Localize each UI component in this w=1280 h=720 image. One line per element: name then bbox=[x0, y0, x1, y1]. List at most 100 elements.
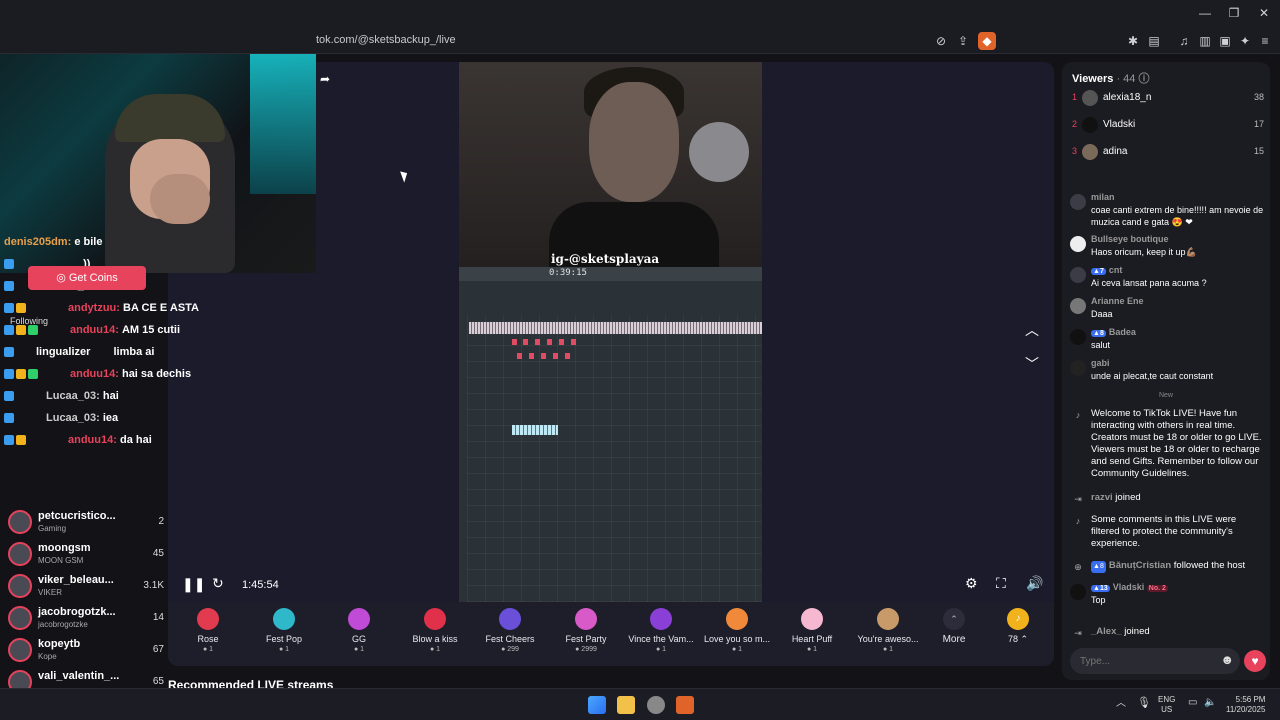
chat-line: anduu14: da hai bbox=[4, 434, 152, 446]
gift-love-you[interactable]: Love you so m... ● 1 bbox=[701, 608, 773, 653]
menu-icon[interactable]: ≡ bbox=[1256, 32, 1274, 50]
gift-price: ● 1 bbox=[278, 646, 290, 653]
comment-text: coae canti extrem de bine!!!!! am nevoie… bbox=[1091, 205, 1264, 227]
chat-comment[interactable]: ▲8 Badea salut bbox=[1070, 327, 1264, 355]
viewer-name: Vladski bbox=[1103, 119, 1136, 130]
love-you-gift-icon bbox=[726, 608, 748, 630]
gift-name: Fest Pop bbox=[265, 634, 303, 644]
file-explorer-icon[interactable] bbox=[617, 696, 635, 714]
following-name: kopeytb bbox=[38, 638, 81, 650]
level-badge: ▲8 bbox=[1091, 561, 1106, 573]
chat-input[interactable] bbox=[1080, 653, 1210, 669]
gift-name: Fest Party bbox=[565, 634, 607, 644]
gift-name: Blow a kiss bbox=[412, 634, 458, 644]
gift-more-label: More bbox=[942, 634, 966, 645]
following-name: petcucristico... bbox=[38, 510, 116, 522]
comment-author: Arianne Ene bbox=[1091, 296, 1144, 306]
chat-comment[interactable]: ▲13 Vladski No. 2 Top bbox=[1070, 582, 1264, 610]
gift-name: You're aweso... bbox=[857, 634, 919, 644]
tray-overflow-icon[interactable]: ︿ bbox=[1116, 699, 1126, 709]
gift-blow-a-kiss[interactable]: Blow a kiss ● 1 bbox=[399, 608, 471, 653]
refresh-icon[interactable]: ↻ bbox=[212, 575, 224, 592]
rank-badge: No. 2 bbox=[1146, 585, 1168, 592]
share-arrow-icon[interactable]: ➦ bbox=[320, 72, 330, 86]
network-icon[interactable]: ▭ bbox=[1188, 698, 1197, 708]
following-item[interactable]: kopeytb Kope 67 bbox=[8, 636, 164, 670]
viewer-rank-row[interactable]: 2 Vladski 17 bbox=[1072, 115, 1264, 135]
mute-tab-icon[interactable]: ⊘ bbox=[932, 32, 950, 50]
following-item[interactable]: vali_valentin_... 65 bbox=[8, 668, 164, 694]
microphone-graphic bbox=[689, 122, 749, 182]
gift-price: ● 1 bbox=[806, 646, 818, 653]
get-coins-button[interactable]: ◎ Get Coins bbox=[28, 266, 146, 290]
avatar bbox=[8, 606, 32, 630]
music-icon[interactable]: ♫ bbox=[1175, 32, 1193, 50]
chat-comment[interactable]: milan coae canti extrem de bine!!!!! am … bbox=[1070, 192, 1264, 232]
gift-fest-cheers[interactable]: Fest Cheers ● 299 bbox=[474, 608, 546, 653]
level-badge: ▲7 bbox=[1091, 268, 1106, 275]
daw-screen: 0:39:15 bbox=[459, 267, 762, 602]
microphone-icon[interactable]: 🎙 bbox=[1137, 698, 1151, 709]
wallet-icon[interactable]: ▣ bbox=[1216, 32, 1234, 50]
daw-clip bbox=[512, 425, 558, 435]
obs-icon[interactable] bbox=[647, 696, 665, 714]
gift-price: ● 299 bbox=[501, 646, 519, 653]
next-stream-icon[interactable]: ﹀ bbox=[1025, 354, 1039, 374]
settings-gear-icon[interactable]: ⚙ bbox=[965, 575, 978, 592]
extensions-icon[interactable]: ✱ bbox=[1124, 32, 1142, 50]
volume-icon[interactable]: 🔊 bbox=[1026, 575, 1043, 592]
gift-gg[interactable]: GG ● 1 bbox=[323, 608, 395, 653]
gift-more-button[interactable]: ⌃ More bbox=[918, 608, 990, 645]
emoji-icon[interactable]: ☻ bbox=[1220, 652, 1234, 667]
system-message: ⇥ _Alex_ joined bbox=[1070, 626, 1264, 642]
viewer-count: 65 bbox=[152, 676, 164, 687]
heart-like-button[interactable]: ♥ bbox=[1244, 650, 1266, 672]
url-field[interactable]: tok.com/@sketsbackup_/live bbox=[316, 34, 456, 46]
viewer-rank-row[interactable]: 1 alexia18_n 38 bbox=[1072, 88, 1264, 108]
coin-balance-button[interactable]: ♪ 78 ⌃ bbox=[982, 608, 1054, 645]
viewer-rank-row[interactable]: 3 adina 15 bbox=[1072, 142, 1264, 162]
fest-party-gift-icon bbox=[575, 608, 597, 630]
close-button[interactable]: ✕ bbox=[1255, 6, 1273, 20]
reader-icon[interactable]: ▤ bbox=[1145, 32, 1163, 50]
minimize-button[interactable]: — bbox=[1196, 6, 1214, 20]
clock[interactable]: 5:56 PM 11/20/2025 bbox=[1226, 695, 1265, 715]
brave-shields-icon[interactable]: ◆ bbox=[978, 32, 996, 50]
daw-toolbar: 0:39:15 bbox=[459, 267, 762, 281]
following-item[interactable]: viker_beleau... VIKER 3.1K bbox=[8, 572, 164, 606]
volume-tray-icon[interactable]: 🔈 bbox=[1204, 698, 1216, 708]
viewer-count: 45 bbox=[152, 548, 164, 559]
previous-stream-icon[interactable]: ︿ bbox=[1025, 320, 1039, 340]
chat-line: Lucaa_03: iea bbox=[4, 412, 118, 424]
leo-ai-icon[interactable]: ✦ bbox=[1236, 32, 1254, 50]
chat-comment[interactable]: Arianne Ene Daaa bbox=[1070, 296, 1264, 324]
sidebar-icon[interactable]: ▥ bbox=[1196, 32, 1214, 50]
fullscreen-icon[interactable]: ⛶ bbox=[996, 575, 1006, 592]
following-item[interactable]: petcucristico... Gaming 2 bbox=[8, 508, 164, 542]
gift-vince-the-vampire[interactable]: Vince the Vam... ● 1 bbox=[625, 608, 697, 653]
following-item[interactable]: moongsm MOON GSM 45 bbox=[8, 540, 164, 574]
chat-comment[interactable]: Bullseye boutique Haos oricum, keep it u… bbox=[1070, 234, 1264, 262]
gift-fest-party[interactable]: Fest Party ● 2999 bbox=[550, 608, 622, 653]
share-icon[interactable]: ⇪ bbox=[954, 32, 972, 50]
avatar bbox=[1070, 298, 1086, 314]
following-name: vali_valentin_... bbox=[38, 670, 120, 682]
windows-start-icon[interactable] bbox=[588, 696, 606, 714]
brave-browser-icon[interactable] bbox=[676, 696, 694, 714]
following-item[interactable]: jacobrogotzk... jacobrogotzke 14 bbox=[8, 604, 164, 638]
viewer-name: adina bbox=[1103, 146, 1128, 157]
live-video[interactable]: ig-@sketsplayaa 0:39:15 bbox=[459, 62, 762, 602]
gg-gift-icon bbox=[348, 608, 370, 630]
gift-youre-awesome[interactable]: You're aweso... ● 1 bbox=[852, 608, 924, 653]
info-icon[interactable]: ⓘ bbox=[1138, 73, 1149, 85]
chat-comment[interactable]: gabi unde ai plecat,te caut constant bbox=[1070, 358, 1264, 386]
avatar bbox=[8, 542, 32, 566]
windows-taskbar: ︿ 🎙 ENG US ▭ 🔈 5:56 PM 11/20/2025 bbox=[0, 688, 1280, 720]
restore-button[interactable]: ❐ bbox=[1225, 6, 1243, 20]
gift-fest-pop[interactable]: Fest Pop ● 1 bbox=[248, 608, 320, 653]
gift-heart-puff[interactable]: Heart Puff ● 1 bbox=[776, 608, 848, 653]
language-indicator[interactable]: ENG US bbox=[1158, 695, 1175, 715]
chat-comment[interactable]: ▲7 cnt Ai ceva lansat pana acuma ? bbox=[1070, 265, 1264, 293]
viewer-score: 17 bbox=[1253, 119, 1264, 129]
coin-balance: 78 ⌃ bbox=[1007, 634, 1029, 644]
